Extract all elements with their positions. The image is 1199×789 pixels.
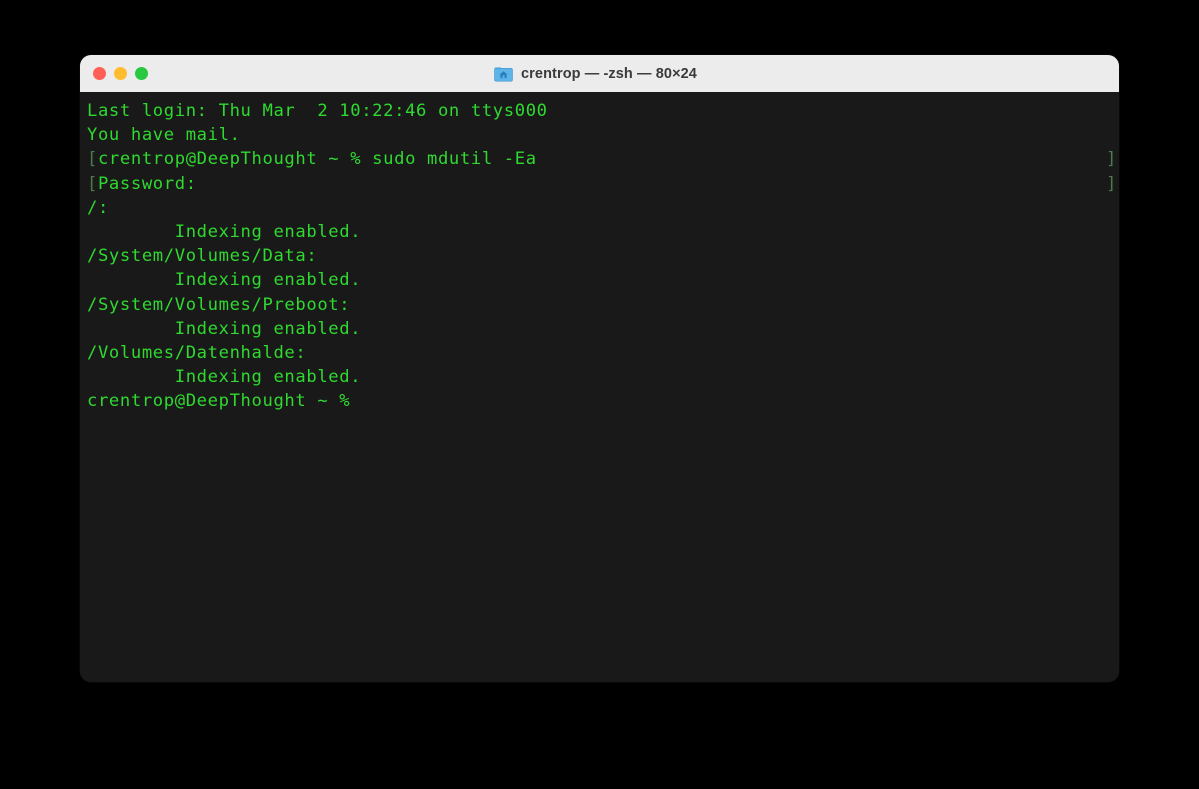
- terminal-line: crentrop@DeepThought ~ %: [87, 389, 1119, 413]
- terminal-line: /Volumes/Datenhalde:: [87, 341, 1119, 365]
- prompt-mark-end: ]: [1106, 173, 1117, 194]
- terminal-line: You have mail.: [87, 123, 1119, 147]
- terminal-line-text: Password:: [97, 173, 197, 194]
- close-button[interactable]: [93, 67, 106, 80]
- home-folder-icon: [494, 67, 513, 82]
- terminal-line-text: Indexing enabled.: [87, 221, 362, 242]
- terminal-window[interactable]: crentrop — -zsh — 80×24 Last login: Thu …: [80, 55, 1119, 682]
- terminal-line-text: Last login: Thu Mar 2 10:22:46 on ttys00…: [87, 101, 548, 121]
- terminal-line-text: /:: [87, 197, 109, 218]
- terminal-line-text: /System/Volumes/Preboot:: [87, 294, 351, 315]
- window-title-bar[interactable]: crentrop — -zsh — 80×24: [80, 55, 1119, 92]
- terminal-screen[interactable]: Last login: Thu Mar 2 10:22:46 on ttys00…: [80, 99, 1119, 413]
- terminal-line: Last login: Thu Mar 2 10:22:46 on ttys00…: [87, 99, 1119, 123]
- terminal-line: Indexing enabled.: [87, 220, 1119, 244]
- window-controls: [93, 55, 148, 92]
- window-title-text: crentrop — -zsh — 80×24: [521, 65, 697, 82]
- terminal-line: /System/Volumes/Data:: [87, 244, 1119, 268]
- window-title-group: crentrop — -zsh — 80×24: [494, 65, 697, 82]
- prompt-mark-end: ]: [1106, 149, 1117, 170]
- terminal-line: /System/Volumes/Preboot:: [87, 293, 1119, 317]
- terminal-line-text: You have mail.: [87, 125, 241, 146]
- terminal-line: Indexing enabled.: [87, 317, 1119, 341]
- zoom-button[interactable]: [135, 67, 148, 80]
- terminal-line-text: Indexing enabled.: [87, 367, 362, 388]
- terminal-line: Indexing enabled.: [87, 365, 1119, 389]
- terminal-line-text: Indexing enabled.: [87, 318, 362, 339]
- terminal-line-text: crentrop@DeepThought ~ % sudo mdutil -Ea: [97, 149, 537, 170]
- terminal-line-text: Indexing enabled.: [87, 270, 362, 291]
- terminal-line: /:: [87, 196, 1119, 220]
- terminal-line: [Password:]: [87, 172, 1119, 196]
- prompt-mark-start: [: [87, 149, 98, 170]
- prompt-mark-start: [: [87, 173, 98, 194]
- terminal-line-text: /System/Volumes/Data:: [87, 246, 318, 267]
- terminal-body[interactable]: Last login: Thu Mar 2 10:22:46 on ttys00…: [80, 92, 1119, 682]
- terminal-line: Indexing enabled.: [87, 268, 1119, 292]
- terminal-line-text: crentrop@DeepThought ~ %: [87, 391, 351, 412]
- minimize-button[interactable]: [114, 67, 127, 80]
- terminal-line: [crentrop@DeepThought ~ % sudo mdutil -E…: [87, 147, 1119, 171]
- terminal-line-text: /Volumes/Datenhalde:: [87, 342, 307, 363]
